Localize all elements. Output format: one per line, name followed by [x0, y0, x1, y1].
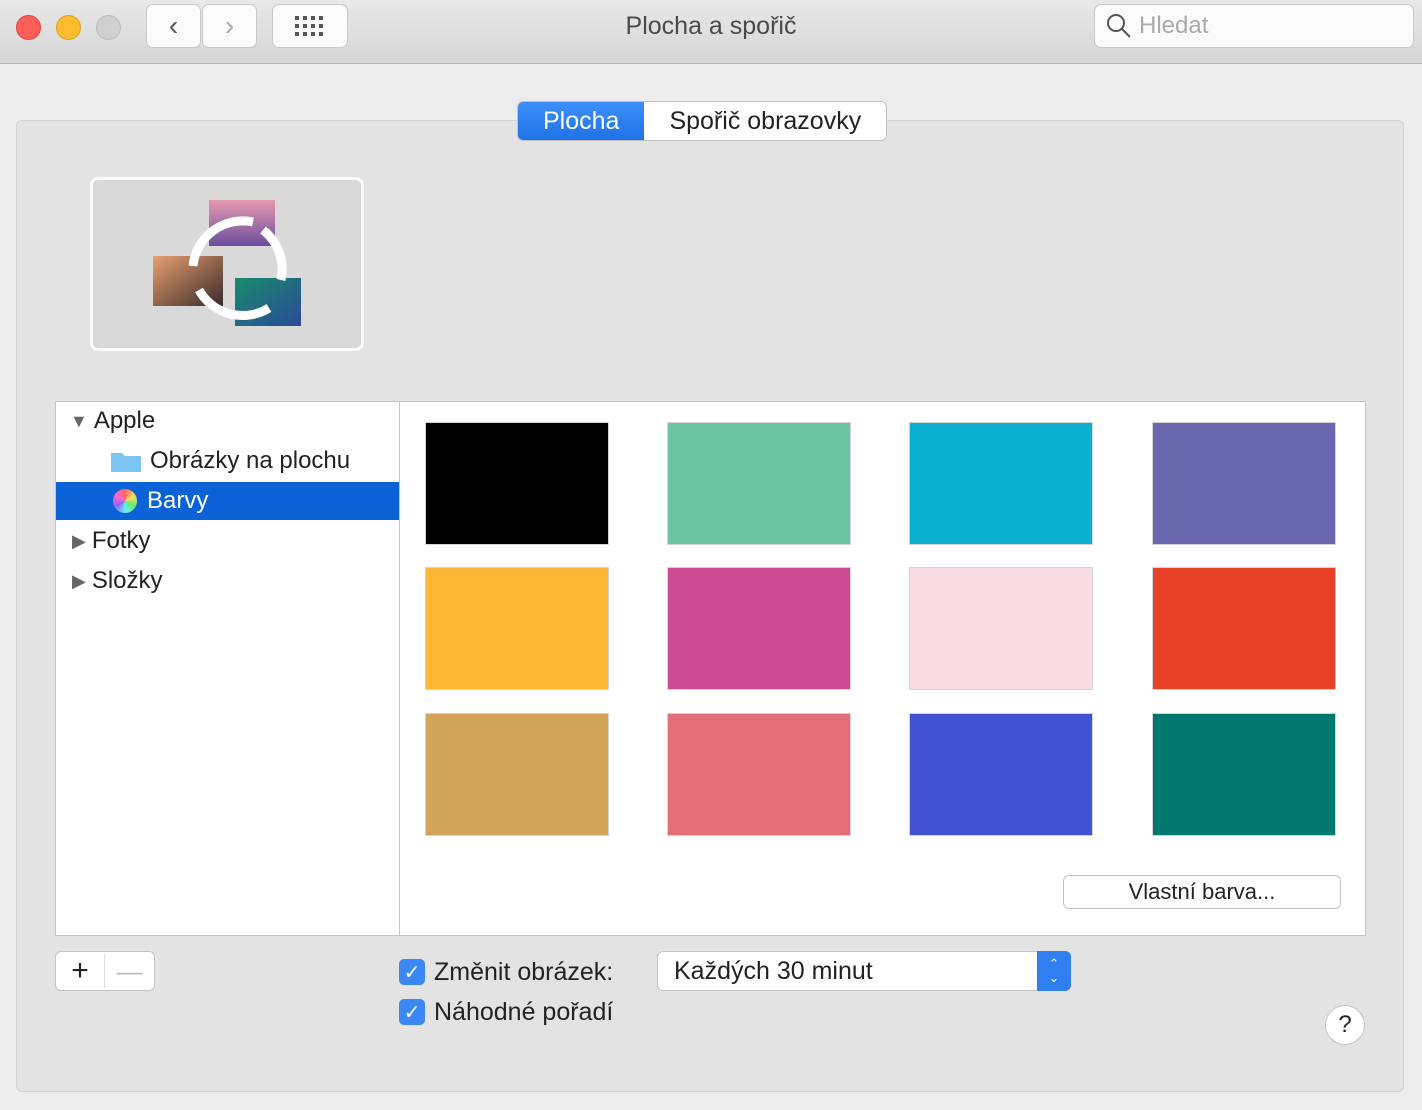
tab-desktop[interactable]: Plocha — [518, 102, 645, 140]
color-swatch[interactable] — [1152, 567, 1336, 690]
add-button[interactable]: + — [56, 954, 105, 988]
color-swatch[interactable] — [909, 567, 1093, 690]
change-picture-checkbox[interactable]: ✓ — [399, 959, 425, 985]
add-remove-control: + — — [55, 951, 155, 991]
help-button[interactable]: ? — [1325, 1005, 1365, 1045]
search-input[interactable]: Hledat — [1094, 4, 1414, 48]
rotating-wallpapers-icon — [153, 200, 301, 326]
sidebar-item-desktop-pictures[interactable]: Obrázky na plochu — [56, 442, 399, 480]
color-swatch[interactable] — [425, 567, 609, 690]
wallpaper-preview — [90, 177, 364, 351]
color-swatch[interactable] — [909, 713, 1093, 836]
checkmark-icon: ✓ — [403, 961, 421, 984]
sidebar-item-label: Barvy — [147, 487, 209, 514]
search-icon — [1107, 14, 1131, 38]
sidebar-item-apple[interactable]: ▼ Apple — [56, 402, 399, 440]
color-swatch[interactable] — [667, 567, 851, 690]
disclosure-closed-icon: ▶ — [72, 530, 86, 551]
color-swatch[interactable] — [909, 422, 1093, 545]
remove-button[interactable]: — — [105, 956, 154, 987]
search-placeholder: Hledat — [1139, 12, 1209, 39]
sidebar-item-label: Složky — [91, 567, 163, 594]
sidebar-item-label: Apple — [93, 407, 156, 434]
sidebar-item-folders[interactable]: ▶ Složky — [56, 562, 399, 600]
color-swatch[interactable] — [1152, 713, 1336, 836]
tab-bar: Plocha Spořič obrazovky — [517, 101, 888, 141]
change-picture-label: Změnit obrázek: — [434, 958, 614, 986]
random-order-label: Náhodné pořadí — [434, 998, 614, 1026]
color-swatch[interactable] — [667, 422, 851, 545]
sidebar-item-photos[interactable]: ▶ Fotky — [56, 522, 399, 560]
color-swatch[interactable] — [425, 422, 609, 545]
checkmark-icon: ✓ — [403, 1001, 421, 1024]
tab-screensaver[interactable]: Spořič obrazovky — [644, 102, 886, 140]
interval-value: Každých 30 minut — [674, 956, 873, 985]
folder-icon — [111, 453, 141, 472]
color-swatch[interactable] — [1152, 422, 1336, 545]
sidebar-item-colors[interactable]: Barvy — [56, 482, 399, 520]
disclosure-closed-icon: ▶ — [72, 570, 86, 591]
sidebar-item-label: Fotky — [91, 527, 151, 554]
stepper-chevrons-icon: ⌃ ⌄ — [1037, 951, 1071, 991]
title-bar: ‹ › Plocha a spořič Hledat — [0, 0, 1422, 64]
interval-select[interactable]: Každých 30 minut ⌃ ⌄ — [657, 951, 1071, 991]
random-order-checkbox[interactable]: ✓ — [399, 999, 425, 1025]
sidebar-item-label: Obrázky na plochu — [150, 447, 351, 474]
disclosure-open-icon: ▼ — [70, 410, 88, 431]
color-wheel-icon — [113, 489, 137, 513]
source-list: ▼ Apple Obrázky na plochu Barvy ▶ Fotky ▶ S… — [55, 401, 400, 936]
color-swatch[interactable] — [667, 713, 851, 836]
color-grid: Vlastní barva... — [399, 401, 1366, 936]
custom-color-button[interactable]: Vlastní barva... — [1063, 875, 1341, 909]
color-swatch[interactable] — [425, 713, 609, 836]
